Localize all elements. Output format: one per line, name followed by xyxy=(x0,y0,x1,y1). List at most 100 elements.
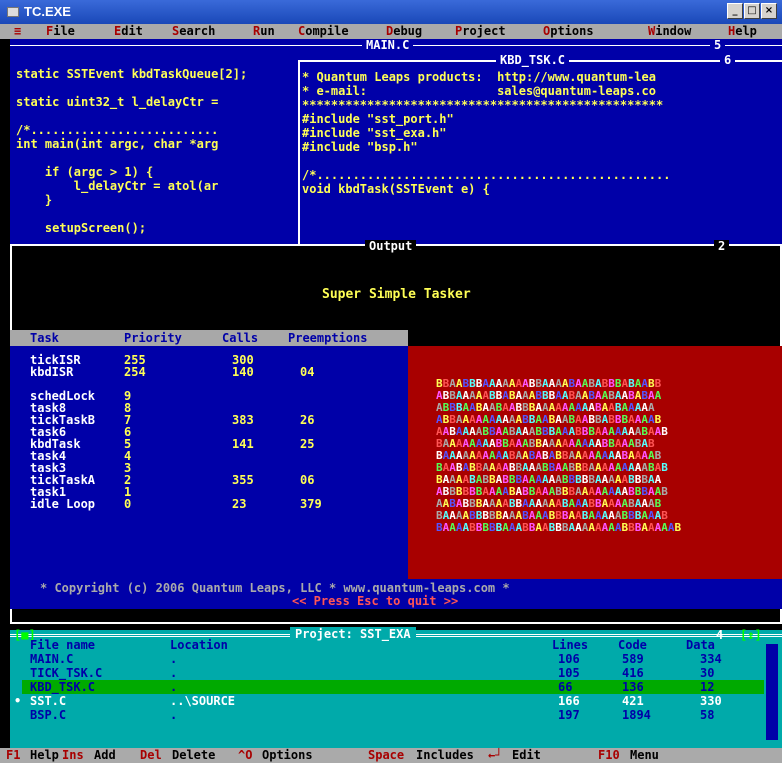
menu-window[interactable]: Window xyxy=(648,24,691,39)
status-label[interactable]: Edit xyxy=(512,748,541,763)
task-cell: 141 xyxy=(232,437,254,451)
menu-compile[interactable]: Compile xyxy=(298,24,349,39)
task-cell: 06 xyxy=(300,473,315,487)
code-line: * e-mail: sales@quantum-leaps.co xyxy=(302,84,657,98)
menu-run[interactable]: Run xyxy=(253,24,275,39)
grid-cell: A xyxy=(595,521,602,534)
grid-cell: B xyxy=(628,521,635,534)
task-cell: idle Loop xyxy=(30,497,96,511)
project-title: Project: SST_EXA xyxy=(290,627,416,641)
grid-cell: A xyxy=(535,521,542,534)
app-icon xyxy=(7,7,19,17)
project-zoom-box[interactable]: [↕] xyxy=(740,628,762,642)
status-key[interactable]: Del xyxy=(140,748,162,763)
task-table: tickISR 255 300 kbdISR 254 140 04 schedLock 9 tas… xyxy=(10,346,408,579)
task-cell: 379 xyxy=(300,497,322,511)
project-cell-name: BSP.C xyxy=(30,708,67,722)
window-title-bar[interactable]: TC.EXE _ □ × xyxy=(0,0,782,24)
code-line: } xyxy=(16,193,53,207)
editor-window-number: 5 xyxy=(710,39,726,51)
project-cell-location: ..\SOURCE xyxy=(170,694,236,708)
grid-cell: A xyxy=(608,521,615,534)
status-label[interactable]: Help xyxy=(30,748,59,763)
grid-cell: A xyxy=(648,521,655,534)
proj-col-code: Code xyxy=(618,638,647,652)
status-key[interactable]: F1 xyxy=(6,748,20,763)
code-line: void kbdTask(SSTEvent e) { xyxy=(302,182,490,196)
project-cell-lines: 66 xyxy=(558,680,573,694)
task-cell: 254 xyxy=(124,365,146,379)
task-cell: 23 xyxy=(232,497,247,511)
project-cell-code: 1894 xyxy=(622,708,651,722)
status-key[interactable]: Space xyxy=(368,748,404,763)
status-label[interactable]: Delete xyxy=(172,748,215,763)
status-label[interactable]: Includes xyxy=(416,748,474,763)
system-menu[interactable]: ≡ xyxy=(14,24,21,39)
output-heading: Super Simple Tasker xyxy=(322,287,471,302)
grid-cell: B xyxy=(469,521,476,534)
grid-cell: B xyxy=(674,521,682,534)
menu-debug[interactable]: Debug xyxy=(386,24,422,39)
status-bar: F1 Help Ins Add Del Delete ^O Options Space Inclu… xyxy=(0,748,782,763)
output-title: Output xyxy=(365,240,417,252)
grid-cell: A xyxy=(588,521,595,534)
task-cell: 0 xyxy=(124,497,132,511)
status-key[interactable]: F10 xyxy=(598,748,620,763)
output-window-number: 2 xyxy=(714,240,730,252)
status-label[interactable]: Menu xyxy=(630,748,659,763)
maximize-button[interactable]: □ xyxy=(744,3,760,19)
menu-options[interactable]: Options xyxy=(543,24,594,39)
status-key[interactable]: ^O xyxy=(238,748,252,763)
grid-cell: A xyxy=(455,521,463,534)
project-file-row[interactable]: BSP.C. 197 1894 58 xyxy=(10,708,770,722)
project-cell-name: KBD_TSK.C xyxy=(30,680,96,694)
col-task: Task xyxy=(30,331,59,345)
task-cell: 355 xyxy=(232,473,254,487)
project-cell-lines: 106 xyxy=(558,652,580,666)
status-label[interactable]: Options xyxy=(262,748,313,763)
menu-project[interactable]: Project xyxy=(455,24,506,39)
project-cell-code: 421 xyxy=(622,694,644,708)
editor-code[interactable]: static SSTEvent kbdTaskQueue[2]; static u… xyxy=(16,67,306,235)
project-file-row[interactable]: • SST.C ..\SOURCE 166 421 330 xyxy=(10,694,770,708)
status-label[interactable]: Add xyxy=(94,748,116,763)
menu-search[interactable]: Search xyxy=(172,24,215,39)
status-key[interactable]: Ins xyxy=(62,748,84,763)
code-line: #include "sst_port.h" xyxy=(302,112,454,126)
menu-file[interactable]: File xyxy=(46,24,75,39)
code-line: * Quantum Leaps products: http://www.qua… xyxy=(302,70,657,84)
project-file-row[interactable]: KBD_TSK.C. 66 136 12 xyxy=(10,680,770,694)
editor-title: MAIN.C xyxy=(362,39,414,51)
close-button[interactable]: × xyxy=(761,3,777,19)
project-file-row[interactable]: MAIN.C. 106 589 334 xyxy=(10,652,770,666)
grid-cell: B xyxy=(661,485,668,498)
editor-kbd-tsk-c[interactable]: KBD_TSK.C 6 * Quantum Leaps products: ht… xyxy=(298,54,782,244)
grid-cell: A xyxy=(667,521,675,534)
proj-col-lines: Lines xyxy=(552,638,589,652)
kbd-window-number: 6 xyxy=(720,54,736,66)
grid-cell: B xyxy=(522,521,529,534)
menu-help[interactable]: Help xyxy=(728,24,757,39)
project-cell-name: TICK_TSK.C xyxy=(30,666,103,680)
menu-edit[interactable]: Edit xyxy=(114,24,143,39)
status-key[interactable]: ←┘ xyxy=(488,748,502,763)
kbd-code[interactable]: * Quantum Leaps products: http://www.qua… xyxy=(302,70,780,196)
grid-cell: B xyxy=(489,521,496,534)
grid-cell: A xyxy=(542,521,549,534)
project-cell-code: 416 xyxy=(622,666,644,680)
task-cell: 25 xyxy=(300,437,315,451)
window-title: TC.EXE xyxy=(24,4,71,19)
grid-cell: B xyxy=(436,521,443,534)
code-line: int main(int argc, char *arg xyxy=(16,137,219,151)
grid-cell: A xyxy=(641,521,648,534)
proj-col-data: Data xyxy=(686,638,715,652)
project-file-row[interactable]: TICK_TSK.C. 105 416 30 xyxy=(10,666,770,680)
task-cell: kbdISR xyxy=(30,365,74,379)
project-cell-data: 12 xyxy=(700,680,715,694)
project-cell-data: 30 xyxy=(700,666,715,680)
project-cell-name: SST.C xyxy=(30,694,67,708)
code-line: setupScreen(); xyxy=(16,221,147,235)
minimize-button[interactable]: _ xyxy=(727,3,743,19)
